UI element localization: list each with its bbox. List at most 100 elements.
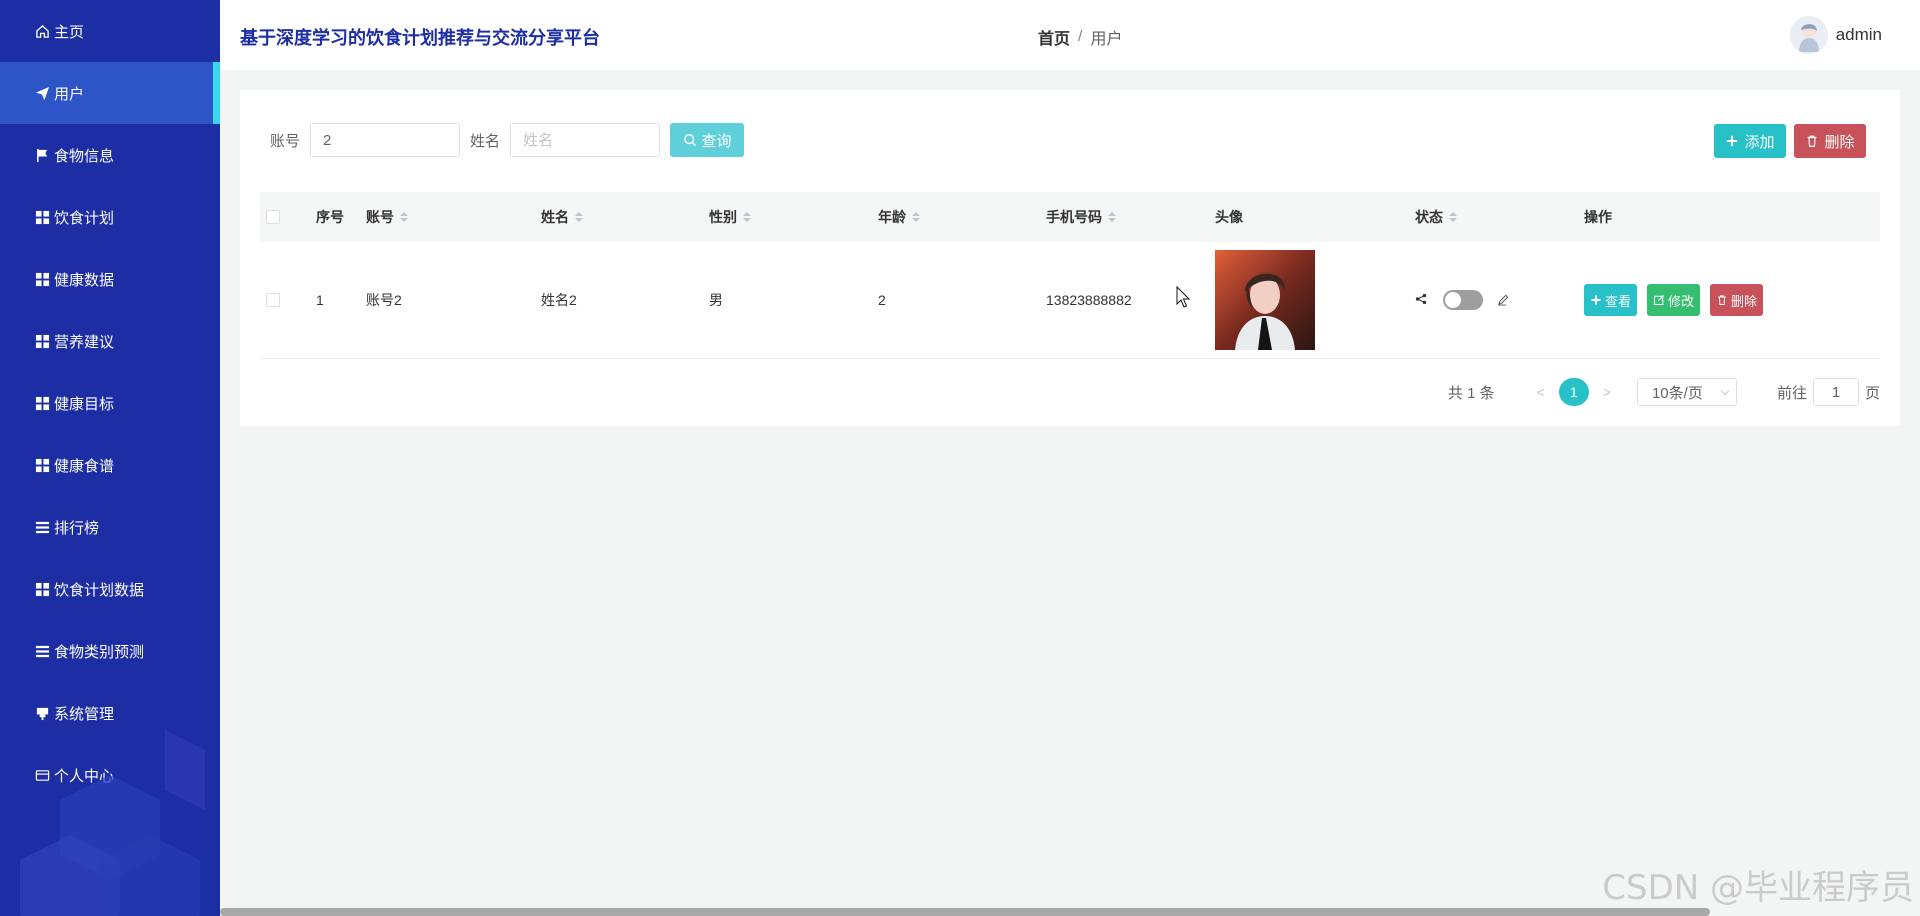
add-button-label: 添加: [1744, 133, 1775, 151]
header-name[interactable]: 姓名: [541, 207, 709, 227]
header-phone[interactable]: 手机号码: [1046, 207, 1215, 227]
header-age[interactable]: 年龄: [878, 207, 1046, 227]
horizontal-scrollbar[interactable]: [220, 908, 1710, 916]
grid-icon: [34, 333, 50, 349]
header-status-label: 状态: [1415, 209, 1443, 225]
sidebar-item-label: 饮食计划数据: [54, 581, 145, 599]
sort-icon[interactable]: [1108, 212, 1116, 222]
cell-avatar: [1215, 250, 1415, 350]
cell-status: [1415, 290, 1584, 310]
breadcrumb-home[interactable]: 首页: [1038, 25, 1070, 49]
delete-button[interactable]: 删除: [1794, 124, 1866, 158]
plus-icon: [1727, 135, 1738, 147]
user-menu[interactable]: admin: [1789, 16, 1882, 54]
header-name-label: 姓名: [541, 209, 569, 225]
delete-button-label: 删除: [1824, 133, 1855, 151]
username: admin: [1835, 25, 1882, 44]
goto-prefix: 前往: [1776, 384, 1807, 402]
sidebar-item-label: 健康目标: [54, 395, 115, 413]
sidebar-item-label: 健康食谱: [54, 457, 115, 475]
sidebar-item-leaderboard[interactable]: 排行榜: [0, 496, 220, 558]
select-all-checkbox[interactable]: [266, 210, 280, 224]
sidebar-item-label: 营养建议: [54, 333, 115, 351]
status-toggle[interactable]: [1443, 290, 1483, 310]
sidebar-item-diet-plan[interactable]: 饮食计划: [0, 186, 220, 248]
sidebar-item-food-info[interactable]: 食物信息: [0, 124, 220, 186]
main-card: 账号 姓名 查询 添加 删除 序号 账号 姓名 性别 年龄 手机号码 头像 状态: [240, 90, 1900, 426]
sidebar: 主页 用户 食物信息 饮食计划 健康数据 营养建议 健康目标 健康食谱 排行榜 …: [0, 0, 220, 916]
header-account[interactable]: 账号: [366, 207, 541, 227]
sidebar-item-users[interactable]: 用户: [0, 62, 220, 124]
sidebar-item-food-category-prediction[interactable]: 食物类别预测: [0, 620, 220, 682]
mouse-cursor-icon: [1176, 286, 1190, 308]
add-button[interactable]: 添加: [1714, 124, 1786, 158]
account-input[interactable]: [310, 123, 461, 157]
view-button[interactable]: 查看: [1584, 284, 1638, 316]
grid-icon: [34, 457, 50, 473]
sort-icon[interactable]: [575, 212, 583, 222]
sort-icon[interactable]: [912, 212, 920, 222]
trash-icon: [1808, 135, 1817, 147]
next-page-button[interactable]: >: [1603, 384, 1611, 400]
sidebar-item-healthy-recipes[interactable]: 健康食谱: [0, 434, 220, 496]
row-delete-button[interactable]: 删除: [1710, 284, 1764, 316]
cell-account: 账号2: [366, 292, 402, 308]
top-actions: 添加 删除: [1714, 124, 1866, 158]
sidebar-item-label: 排行榜: [54, 519, 100, 537]
search-bar: 账号 姓名 查询: [270, 123, 745, 157]
prev-page-button[interactable]: <: [1537, 384, 1545, 400]
grid-icon: [34, 581, 50, 597]
sidebar-item-label: 食物信息: [54, 147, 115, 165]
sidebar-item-label: 健康数据: [54, 271, 115, 289]
sidebar-item-label: 主页: [54, 23, 85, 41]
watermark: CSDN @毕业程序员: [1602, 868, 1914, 908]
page-size-select[interactable]: 10条/页: [1636, 378, 1737, 406]
sidebar-item-nutrition-advice[interactable]: 营养建议: [0, 310, 220, 372]
goto-page-input[interactable]: [1812, 378, 1859, 406]
sort-icon[interactable]: [400, 212, 408, 222]
view-button-label: 查看: [1605, 293, 1632, 309]
header-index: 序号: [316, 207, 366, 227]
sidebar-item-label: 食物类别预测: [54, 643, 145, 661]
row-delete-button-label: 删除: [1731, 293, 1758, 309]
header-age-label: 年龄: [878, 209, 906, 225]
sidebar-item-home[interactable]: 主页: [0, 0, 220, 62]
header-ops: 操作: [1584, 207, 1834, 227]
top-header: 基于深度学习的饮食计划推荐与交流分享平台 首页 / 用户 admin: [220, 0, 1920, 70]
page-number-1[interactable]: 1: [1558, 378, 1589, 406]
sidebar-item-health-data[interactable]: 健康数据: [0, 248, 220, 310]
header-sex[interactable]: 性别: [709, 207, 878, 227]
edit-pen-icon[interactable]: [1497, 293, 1511, 307]
share-icon[interactable]: [1415, 293, 1429, 307]
query-button[interactable]: 查询: [670, 123, 745, 157]
name-label: 姓名: [470, 132, 501, 150]
account-label: 账号: [270, 132, 301, 150]
query-button-label: 查询: [701, 132, 732, 150]
header-status[interactable]: 状态: [1415, 207, 1584, 227]
header-avatar-label: 头像: [1215, 209, 1243, 225]
list-icon: [34, 519, 50, 535]
users-table: 序号 账号 姓名 性别 年龄 手机号码 头像 状态 操作 1 账号2 姓名2 男…: [260, 192, 1880, 359]
chevron-down-icon: [1720, 386, 1730, 395]
trash-icon: [1718, 295, 1726, 306]
header-account-label: 账号: [366, 209, 394, 225]
breadcrumb-separator: /: [1078, 28, 1083, 45]
name-input[interactable]: [510, 123, 661, 157]
cell-index: 1: [316, 292, 324, 308]
sidebar-item-label: 饮食计划: [54, 209, 115, 227]
user-avatar-image[interactable]: [1215, 250, 1315, 350]
sort-icon[interactable]: [1449, 212, 1457, 222]
app-title: 基于深度学习的饮食计划推荐与交流分享平台: [240, 28, 600, 48]
sidebar-item-diet-plan-data[interactable]: 饮食计划数据: [0, 558, 220, 620]
edit-button-label: 修改: [1668, 293, 1695, 309]
sort-icon[interactable]: [743, 212, 751, 222]
grid-icon: [34, 395, 50, 411]
home-icon: [34, 23, 50, 39]
row-checkbox-cell: [260, 293, 316, 307]
avatar: [1789, 16, 1828, 54]
sidebar-item-health-goal[interactable]: 健康目标: [0, 372, 220, 434]
header-index-label: 序号: [316, 209, 344, 225]
header-avatar: 头像: [1215, 207, 1415, 227]
row-checkbox[interactable]: [266, 293, 280, 307]
edit-button[interactable]: 修改: [1647, 284, 1701, 316]
